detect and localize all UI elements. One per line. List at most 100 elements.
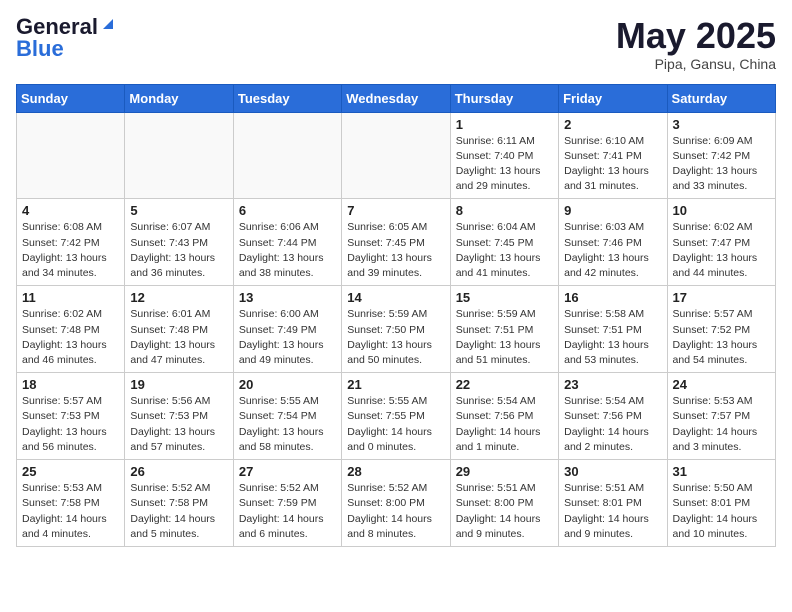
day-number: 27	[239, 464, 336, 479]
calendar-week-1: 4 Sunrise: 6:08 AM Sunset: 7:42 PM Daylig…	[17, 199, 776, 286]
day-info: Sunrise: 6:06 AM Sunset: 7:44 PM Dayligh…	[239, 220, 336, 281]
day-info: Sunrise: 5:56 AM Sunset: 7:53 PM Dayligh…	[130, 394, 227, 455]
calendar-cell: 5 Sunrise: 6:07 AM Sunset: 7:43 PM Daylig…	[125, 199, 233, 286]
day-info: Sunrise: 5:52 AM Sunset: 7:58 PM Dayligh…	[130, 481, 227, 542]
day-number: 8	[456, 203, 553, 218]
day-info: Sunrise: 5:57 AM Sunset: 7:52 PM Dayligh…	[673, 307, 770, 368]
calendar-cell: 29 Sunrise: 5:51 AM Sunset: 8:00 PM Dayli…	[450, 460, 558, 547]
calendar-cell: 14 Sunrise: 5:59 AM Sunset: 7:50 PM Dayli…	[342, 286, 450, 373]
calendar-cell	[233, 112, 341, 199]
calendar-table: SundayMondayTuesdayWednesdayThursdayFrid…	[16, 84, 776, 547]
day-number: 23	[564, 377, 661, 392]
day-info: Sunrise: 6:00 AM Sunset: 7:49 PM Dayligh…	[239, 307, 336, 368]
day-number: 4	[22, 203, 119, 218]
month-title: May 2025	[616, 16, 776, 56]
day-number: 21	[347, 377, 444, 392]
day-info: Sunrise: 6:08 AM Sunset: 7:42 PM Dayligh…	[22, 220, 119, 281]
day-number: 18	[22, 377, 119, 392]
calendar-week-0: 1Sunrise: 6:11 AM Sunset: 7:40 PM Daylig…	[17, 112, 776, 199]
calendar-cell: 9 Sunrise: 6:03 AM Sunset: 7:46 PM Daylig…	[559, 199, 667, 286]
weekday-header-friday: Friday	[559, 84, 667, 112]
calendar-cell	[17, 112, 125, 199]
day-info: Sunrise: 6:05 AM Sunset: 7:45 PM Dayligh…	[347, 220, 444, 281]
day-number: 17	[673, 290, 770, 305]
calendar-cell	[342, 112, 450, 199]
day-number: 24	[673, 377, 770, 392]
weekday-header-row: SundayMondayTuesdayWednesdayThursdayFrid…	[17, 84, 776, 112]
calendar-cell: 19 Sunrise: 5:56 AM Sunset: 7:53 PM Dayli…	[125, 373, 233, 460]
calendar-cell: 22Sunrise: 5:54 AM Sunset: 7:56 PM Dayli…	[450, 373, 558, 460]
calendar-cell: 24 Sunrise: 5:53 AM Sunset: 7:57 PM Dayli…	[667, 373, 775, 460]
logo-general-text: General	[16, 16, 98, 38]
weekday-header-thursday: Thursday	[450, 84, 558, 112]
weekday-header-wednesday: Wednesday	[342, 84, 450, 112]
calendar-cell: 12 Sunrise: 6:01 AM Sunset: 7:48 PM Dayli…	[125, 286, 233, 373]
calendar-cell: 17 Sunrise: 5:57 AM Sunset: 7:52 PM Dayli…	[667, 286, 775, 373]
day-info: Sunrise: 5:58 AM Sunset: 7:51 PM Dayligh…	[564, 307, 661, 368]
day-number: 29	[456, 464, 553, 479]
calendar-cell: 8 Sunrise: 6:04 AM Sunset: 7:45 PM Daylig…	[450, 199, 558, 286]
logo-icon	[99, 15, 117, 33]
day-number: 9	[564, 203, 661, 218]
calendar-cell: 18Sunrise: 5:57 AM Sunset: 7:53 PM Dayli…	[17, 373, 125, 460]
calendar-cell: 10 Sunrise: 6:02 AM Sunset: 7:47 PM Dayli…	[667, 199, 775, 286]
logo: General Blue	[16, 16, 117, 60]
day-number: 12	[130, 290, 227, 305]
day-info: Sunrise: 6:01 AM Sunset: 7:48 PM Dayligh…	[130, 307, 227, 368]
day-info: Sunrise: 5:51 AM Sunset: 8:00 PM Dayligh…	[456, 481, 553, 542]
calendar-cell: 27 Sunrise: 5:52 AM Sunset: 7:59 PM Dayli…	[233, 460, 341, 547]
day-info: Sunrise: 5:53 AM Sunset: 7:58 PM Dayligh…	[22, 481, 119, 542]
calendar-cell: 21 Sunrise: 5:55 AM Sunset: 7:55 PM Dayli…	[342, 373, 450, 460]
calendar-cell: 16Sunrise: 5:58 AM Sunset: 7:51 PM Dayli…	[559, 286, 667, 373]
day-number: 19	[130, 377, 227, 392]
title-area: May 2025 Pipa, Gansu, China	[616, 16, 776, 72]
day-info: Sunrise: 5:53 AM Sunset: 7:57 PM Dayligh…	[673, 394, 770, 455]
day-info: Sunrise: 6:04 AM Sunset: 7:45 PM Dayligh…	[456, 220, 553, 281]
day-info: Sunrise: 5:59 AM Sunset: 7:50 PM Dayligh…	[347, 307, 444, 368]
day-info: Sunrise: 5:59 AM Sunset: 7:51 PM Dayligh…	[456, 307, 553, 368]
day-info: Sunrise: 5:54 AM Sunset: 7:56 PM Dayligh…	[564, 394, 661, 455]
logo-blue-text: Blue	[16, 38, 64, 60]
day-info: Sunrise: 5:52 AM Sunset: 7:59 PM Dayligh…	[239, 481, 336, 542]
calendar-cell: 3Sunrise: 6:09 AM Sunset: 7:42 PM Daylig…	[667, 112, 775, 199]
day-info: Sunrise: 6:03 AM Sunset: 7:46 PM Dayligh…	[564, 220, 661, 281]
day-info: Sunrise: 6:07 AM Sunset: 7:43 PM Dayligh…	[130, 220, 227, 281]
calendar-cell: 30 Sunrise: 5:51 AM Sunset: 8:01 PM Dayli…	[559, 460, 667, 547]
day-info: Sunrise: 5:55 AM Sunset: 7:54 PM Dayligh…	[239, 394, 336, 455]
day-number: 13	[239, 290, 336, 305]
calendar-cell: 13 Sunrise: 6:00 AM Sunset: 7:49 PM Dayli…	[233, 286, 341, 373]
day-number: 14	[347, 290, 444, 305]
day-number: 10	[673, 203, 770, 218]
day-number: 30	[564, 464, 661, 479]
weekday-header-tuesday: Tuesday	[233, 84, 341, 112]
day-info: Sunrise: 5:50 AM Sunset: 8:01 PM Dayligh…	[673, 481, 770, 542]
day-info: Sunrise: 6:10 AM Sunset: 7:41 PM Dayligh…	[564, 134, 661, 195]
calendar-cell	[125, 112, 233, 199]
day-info: Sunrise: 5:54 AM Sunset: 7:56 PM Dayligh…	[456, 394, 553, 455]
calendar-cell: 31 Sunrise: 5:50 AM Sunset: 8:01 PM Dayli…	[667, 460, 775, 547]
day-number: 15	[456, 290, 553, 305]
day-info: Sunrise: 5:51 AM Sunset: 8:01 PM Dayligh…	[564, 481, 661, 542]
day-number: 5	[130, 203, 227, 218]
calendar-cell: 2 Sunrise: 6:10 AM Sunset: 7:41 PM Daylig…	[559, 112, 667, 199]
day-info: Sunrise: 6:02 AM Sunset: 7:47 PM Dayligh…	[673, 220, 770, 281]
day-number: 11	[22, 290, 119, 305]
day-info: Sunrise: 5:52 AM Sunset: 8:00 PM Dayligh…	[347, 481, 444, 542]
day-number: 31	[673, 464, 770, 479]
day-number: 20	[239, 377, 336, 392]
calendar-cell: 23 Sunrise: 5:54 AM Sunset: 7:56 PM Dayli…	[559, 373, 667, 460]
day-info: Sunrise: 6:02 AM Sunset: 7:48 PM Dayligh…	[22, 307, 119, 368]
day-info: Sunrise: 6:09 AM Sunset: 7:42 PM Dayligh…	[673, 134, 770, 195]
calendar-cell: 26Sunrise: 5:52 AM Sunset: 7:58 PM Dayli…	[125, 460, 233, 547]
day-number: 7	[347, 203, 444, 218]
day-info: Sunrise: 5:55 AM Sunset: 7:55 PM Dayligh…	[347, 394, 444, 455]
day-number: 2	[564, 117, 661, 132]
weekday-header-sunday: Sunday	[17, 84, 125, 112]
calendar-cell: 6Sunrise: 6:06 AM Sunset: 7:44 PM Daylig…	[233, 199, 341, 286]
day-number: 25	[22, 464, 119, 479]
calendar-cell: 28Sunrise: 5:52 AM Sunset: 8:00 PM Dayli…	[342, 460, 450, 547]
page-header: General Blue May 2025 Pipa, Gansu, China	[16, 16, 776, 72]
location: Pipa, Gansu, China	[616, 56, 776, 72]
weekday-header-monday: Monday	[125, 84, 233, 112]
calendar-week-3: 18Sunrise: 5:57 AM Sunset: 7:53 PM Dayli…	[17, 373, 776, 460]
